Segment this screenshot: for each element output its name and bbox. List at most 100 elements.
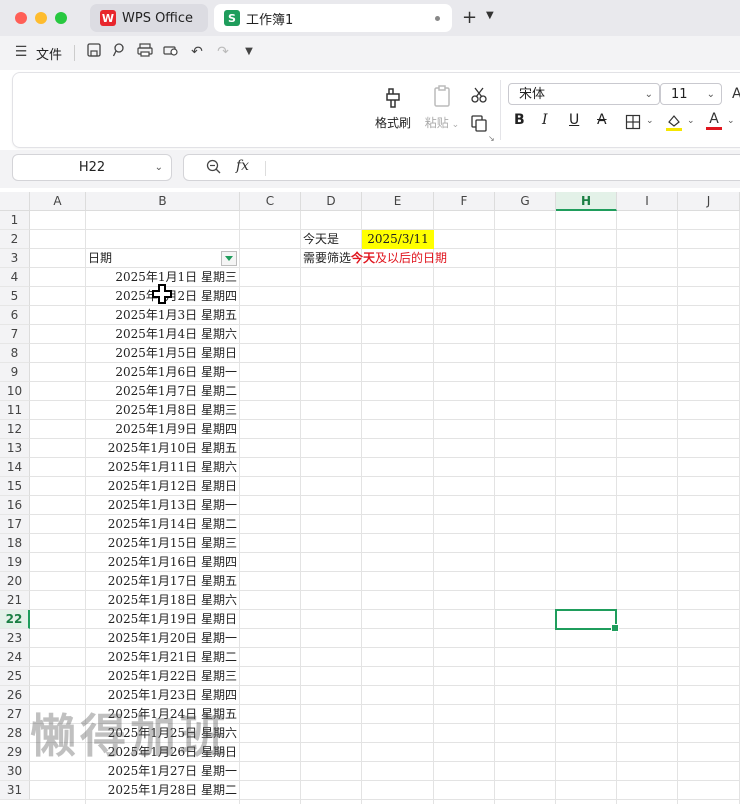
date-cell[interactable]: 2025年1月9日 星期四: [86, 420, 239, 439]
name-box[interactable]: H22 ⌄: [12, 154, 172, 181]
date-cell[interactable]: 2025年1月21日 星期二: [86, 648, 239, 667]
row-header-11[interactable]: 11: [0, 401, 30, 420]
select-all-corner[interactable]: [0, 192, 30, 211]
filter-dropdown-icon[interactable]: [221, 251, 237, 266]
date-cell[interactable]: 2025年1月7日 星期二: [86, 382, 239, 401]
file-menu[interactable]: 文件: [36, 44, 62, 63]
export-icon[interactable]: [110, 43, 128, 61]
italic-icon[interactable]: I: [542, 112, 548, 128]
row-header-16[interactable]: 16: [0, 496, 30, 515]
cut-icon[interactable]: [470, 86, 488, 104]
row-header-13[interactable]: 13: [0, 439, 30, 458]
date-cell[interactable]: 2025年1月8日 星期三: [86, 401, 239, 420]
selected-cell-h22[interactable]: [555, 609, 619, 632]
date-cell[interactable]: 2025年1月10日 星期五: [86, 439, 239, 458]
date-cell[interactable]: 2025年1月20日 星期一: [86, 629, 239, 648]
date-cell[interactable]: 2025年1月19日 星期日: [86, 610, 239, 629]
cell-e2[interactable]: 2025/3/11: [362, 230, 434, 249]
menu-icon[interactable]: ☰: [12, 43, 30, 61]
minimize-window-button[interactable]: [35, 12, 47, 24]
row-header-6[interactable]: 6: [0, 306, 30, 325]
format-painter-button[interactable]: 格式刷: [372, 84, 414, 131]
unsaved-dot-icon[interactable]: [435, 16, 440, 21]
chevron-down-icon[interactable]: ⌄: [727, 116, 735, 126]
date-cell[interactable]: 2025年1月15日 星期三: [86, 534, 239, 553]
chevron-down-icon[interactable]: ▼: [240, 43, 258, 61]
date-cell[interactable]: 2025年1月4日 星期六: [86, 325, 239, 344]
column-header-c[interactable]: C: [240, 192, 301, 211]
date-cell[interactable]: 2025年1月22日 星期三: [86, 667, 239, 686]
date-cell[interactable]: 2025年1月6日 星期一: [86, 363, 239, 382]
date-cell[interactable]: 2025年1月5日 星期日: [86, 344, 239, 363]
row-header-31[interactable]: 31: [0, 781, 30, 800]
date-cell[interactable]: 2025年1月12日 星期日: [86, 477, 239, 496]
row-header-15[interactable]: 15: [0, 477, 30, 496]
date-cell[interactable]: 2025年1月11日 星期六: [86, 458, 239, 477]
clipboard-expand-icon[interactable]: ↘: [488, 134, 495, 143]
cell-d3[interactable]: 需要筛选今天及以后的日期: [303, 249, 553, 268]
column-header-e[interactable]: E: [362, 192, 434, 211]
zoom-window-button[interactable]: [55, 12, 67, 24]
column-header-i[interactable]: I: [617, 192, 678, 211]
row-header-26[interactable]: 26: [0, 686, 30, 705]
font-size-select[interactable]: 11 ⌄: [660, 83, 722, 105]
font-name-select[interactable]: 宋体 ⌄: [508, 83, 660, 105]
column-header-j[interactable]: J: [678, 192, 740, 211]
row-header-3[interactable]: 3: [0, 249, 30, 268]
cell-d2[interactable]: 今天是: [303, 230, 361, 249]
row-header-25[interactable]: 25: [0, 667, 30, 686]
strikethrough-icon[interactable]: A: [597, 112, 607, 128]
zoom-icon[interactable]: [206, 159, 221, 178]
row-header-2[interactable]: 2: [0, 230, 30, 249]
column-header-a[interactable]: A: [30, 192, 86, 211]
chevron-down-icon[interactable]: ▼: [486, 10, 494, 21]
tab-wps-office[interactable]: W WPS Office: [90, 4, 208, 32]
row-header-18[interactable]: 18: [0, 534, 30, 553]
column-header-g[interactable]: G: [495, 192, 556, 211]
row-header-20[interactable]: 20: [0, 572, 30, 591]
row-header-1[interactable]: 1: [0, 211, 30, 230]
increase-font-icon[interactable]: A: [732, 86, 740, 102]
date-cell[interactable]: 2025年1月16日 星期四: [86, 553, 239, 572]
bold-icon[interactable]: B: [514, 112, 525, 128]
row-header-8[interactable]: 8: [0, 344, 30, 363]
close-window-button[interactable]: [15, 12, 27, 24]
column-header-d[interactable]: D: [301, 192, 362, 211]
row-header-12[interactable]: 12: [0, 420, 30, 439]
date-cell[interactable]: 2025年1月18日 星期六: [86, 591, 239, 610]
paste-button[interactable]: 粘贴 ⌄: [422, 84, 462, 131]
font-color-icon[interactable]: A: [704, 111, 724, 131]
fill-color-icon[interactable]: [664, 112, 684, 132]
row-header-23[interactable]: 23: [0, 629, 30, 648]
row-header-24[interactable]: 24: [0, 648, 30, 667]
column-header-f[interactable]: F: [434, 192, 495, 211]
column-header-h[interactable]: H: [556, 192, 617, 211]
row-header-30[interactable]: 30: [0, 762, 30, 781]
fill-handle[interactable]: [611, 624, 619, 632]
undo-icon[interactable]: ↶: [188, 43, 206, 61]
column-header-b[interactable]: B: [86, 192, 240, 211]
row-header-21[interactable]: 21: [0, 591, 30, 610]
print-preview-icon[interactable]: [162, 43, 180, 61]
chevron-down-icon[interactable]: ⌄: [646, 116, 654, 126]
date-cell[interactable]: 2025年1月3日 星期五: [86, 306, 239, 325]
plus-icon[interactable]: +: [462, 7, 477, 28]
copy-icon[interactable]: [470, 114, 488, 132]
border-icon[interactable]: [625, 114, 641, 130]
print-icon[interactable]: [136, 43, 154, 61]
formula-input[interactable]: fx: [183, 154, 740, 181]
date-cell[interactable]: 2025年1月28日 星期二: [86, 781, 239, 800]
row-header-28[interactable]: 28: [0, 724, 30, 743]
row-header-14[interactable]: 14: [0, 458, 30, 477]
fx-icon[interactable]: fx: [236, 158, 249, 174]
cell-b3-header[interactable]: 日期: [88, 249, 218, 268]
row-header-22[interactable]: 22: [0, 610, 30, 629]
row-header-19[interactable]: 19: [0, 553, 30, 572]
redo-icon[interactable]: ↷: [214, 43, 232, 61]
underline-icon[interactable]: U: [569, 112, 579, 128]
row-header-4[interactable]: 4: [0, 268, 30, 287]
tab-workbook[interactable]: S 工作簿1: [214, 4, 452, 32]
save-icon[interactable]: [85, 43, 103, 61]
row-header-7[interactable]: 7: [0, 325, 30, 344]
date-cell[interactable]: 2025年1月13日 星期一: [86, 496, 239, 515]
